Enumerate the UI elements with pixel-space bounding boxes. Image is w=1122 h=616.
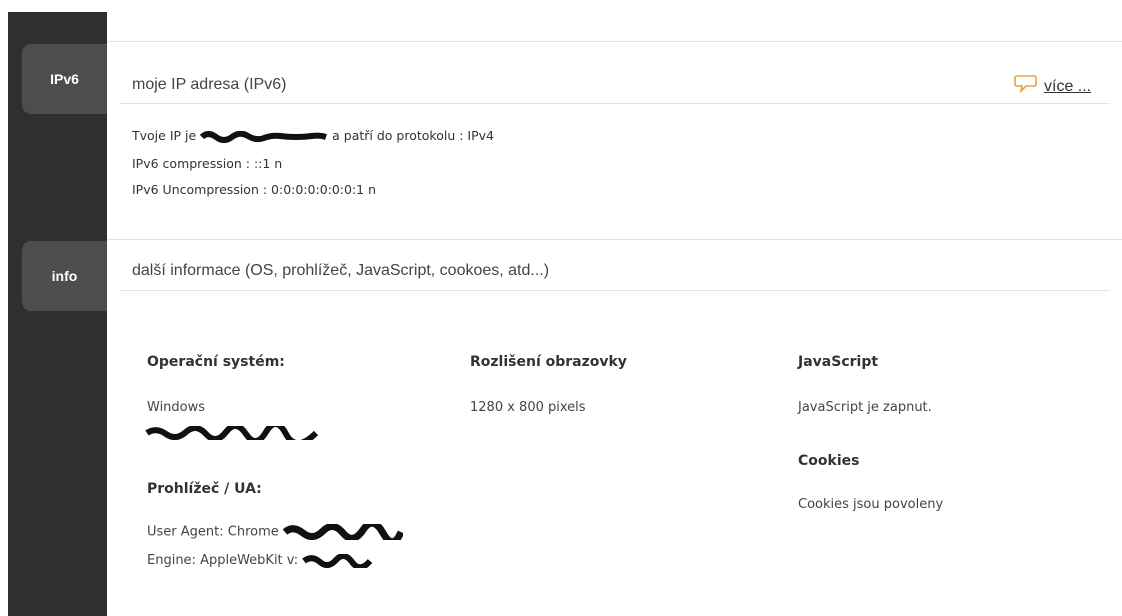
browser-user-agent: User Agent: Chrome bbox=[147, 524, 403, 540]
divider-ipv6-title bbox=[120, 103, 1110, 104]
os-heading: Operační systém: bbox=[147, 354, 285, 370]
cookies-value: Cookies jsou povoleny bbox=[798, 497, 944, 512]
engine-label: Engine: AppleWebKit v: bbox=[147, 553, 299, 568]
resolution-heading: Rozlišení obrazovky bbox=[470, 354, 627, 370]
user-agent-label: User Agent: Chrome bbox=[147, 524, 279, 540]
ip-prefix: Tvoje IP je bbox=[132, 128, 197, 143]
browser-engine: Engine: AppleWebKit v: bbox=[147, 553, 373, 568]
more-link[interactable]: více ... bbox=[1014, 74, 1091, 99]
speech-bubble-icon bbox=[1014, 74, 1038, 99]
more-link-label: více ... bbox=[1044, 77, 1092, 95]
redacted-ua-scribble bbox=[282, 524, 403, 540]
javascript-heading: JavaScript bbox=[798, 354, 879, 370]
divider-top bbox=[107, 41, 1122, 42]
os-value: Windows bbox=[147, 400, 206, 415]
divider-info bbox=[107, 239, 1122, 240]
tab-ipv6[interactable]: IPv6 bbox=[22, 44, 107, 114]
ipv6-section-title: moje IP adresa (IPv6) bbox=[132, 76, 287, 93]
ipv6-compression: IPv6 compression : ::1 n bbox=[132, 156, 283, 171]
ip-address-line: Tvoje IP je a patří do protokolu : IPv4 bbox=[132, 128, 494, 143]
tab-info[interactable]: info bbox=[22, 241, 107, 311]
redacted-os-scribble bbox=[145, 426, 319, 440]
redacted-ip-scribble bbox=[200, 130, 328, 143]
resolution-value: 1280 x 800 pixels bbox=[470, 400, 586, 415]
divider-info-title bbox=[120, 290, 1110, 291]
tab-ipv6-label: IPv6 bbox=[50, 71, 79, 87]
browser-heading: Prohlížeč / UA: bbox=[147, 481, 262, 497]
ipv6-uncompression: IPv6 Uncompression : 0:0:0:0:0:0:0:1 n bbox=[132, 182, 377, 197]
info-section-title: další informace (OS, prohlížeč, JavaScri… bbox=[132, 262, 550, 279]
ip-suffix: a patří do protokolu : IPv4 bbox=[332, 128, 494, 143]
cookies-heading: Cookies bbox=[798, 453, 860, 469]
redacted-engine-scribble bbox=[302, 553, 373, 568]
javascript-value: JavaScript je zapnut. bbox=[798, 400, 932, 415]
tab-info-label: info bbox=[51, 268, 78, 284]
